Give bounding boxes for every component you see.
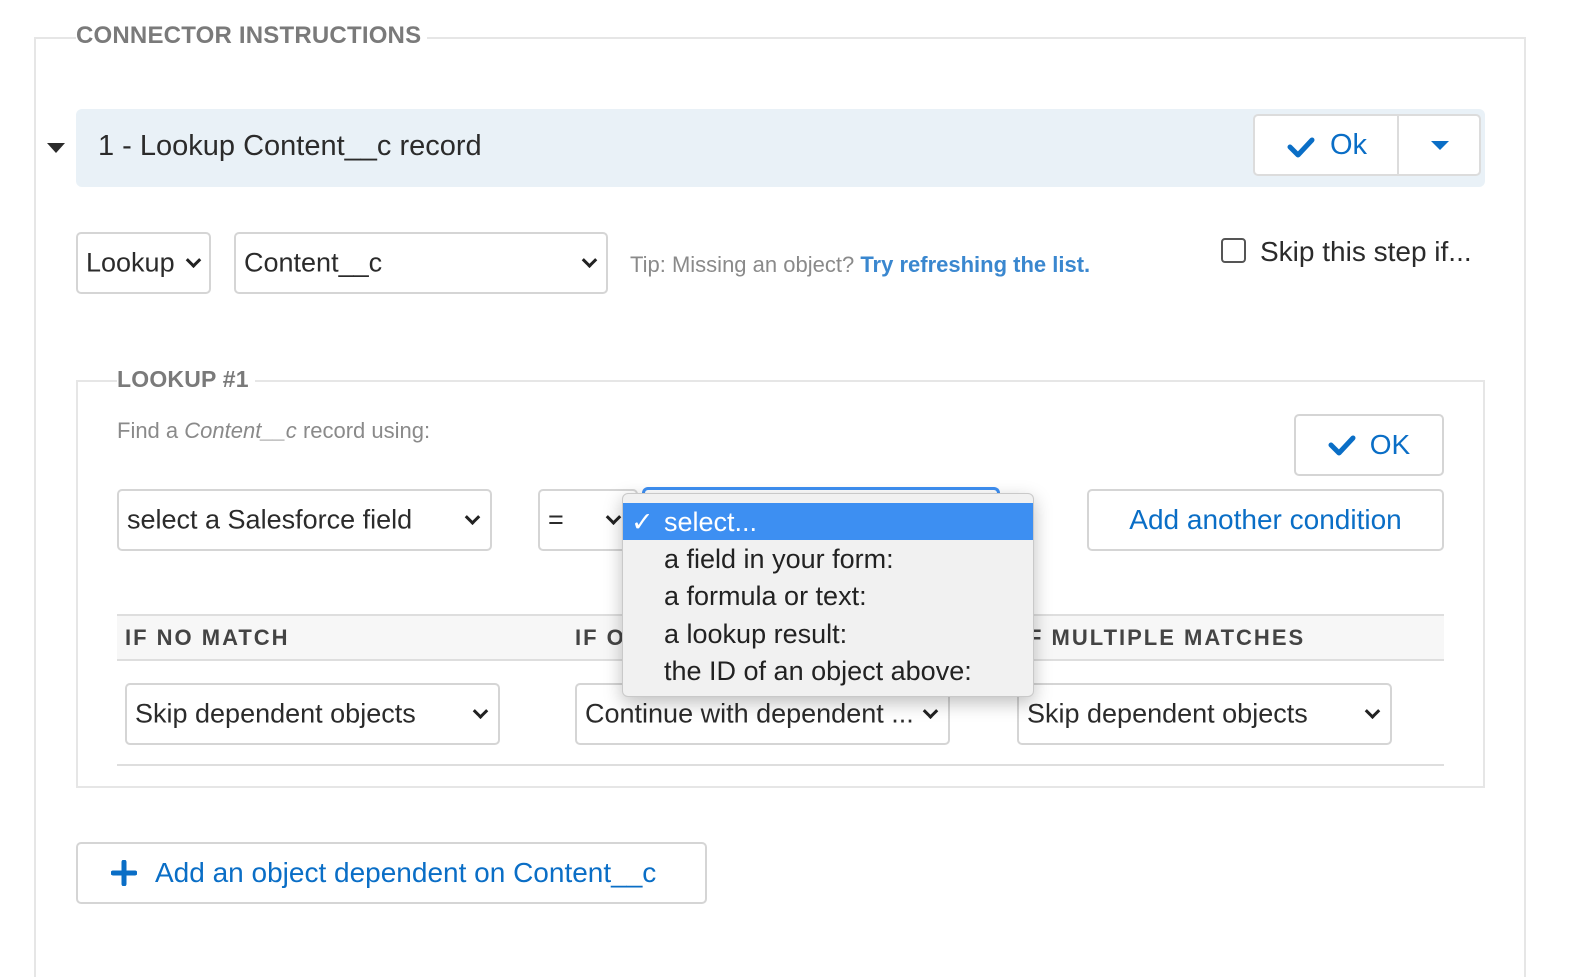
check-icon [1328,435,1356,456]
operator-value: = [548,504,564,535]
plus-icon [111,860,137,886]
option-lookup-result[interactable]: a lookup result: [623,615,1033,652]
lookup-ok-button[interactable]: OK [1294,414,1444,476]
option-label: a field in your form: [664,544,894,574]
salesforce-field-select[interactable]: select a Salesforce field [117,489,492,551]
find-record-text: Find a Content__c record using: [117,418,430,444]
option-label: the ID of an object above: [664,656,972,686]
one-match-value: Continue with dependent ... [585,698,914,729]
multiple-match-select[interactable]: Skip dependent objects [1017,683,1392,745]
salesforce-field-value: select a Salesforce field [127,504,413,535]
multiple-match-value: Skip dependent objects [1027,698,1308,729]
object-select[interactable]: Content__c [234,232,608,294]
option-label: a formula or text: [664,581,867,611]
find-prefix: Find a [117,418,179,443]
lookup-legend: LOOKUP #1 [117,366,255,393]
find-suffix: record using: [302,418,431,443]
step-options-dropdown-button[interactable] [1399,116,1479,174]
header-one-match: IF O [575,625,626,650]
step-ok-label: Ok [1330,129,1368,161]
no-match-value: Skip dependent objects [135,698,416,729]
header-multiple-matches: F MULTIPLE MATCHES [1028,625,1306,650]
option-label: a lookup result: [664,619,848,649]
checkmark-icon: ✓ [631,507,654,537]
section-title: CONNECTOR INSTRUCTIONS [76,22,428,50]
no-match-select[interactable]: Skip dependent objects [125,683,500,745]
option-object-id[interactable]: the ID of an object above: [623,652,1033,689]
caret-down-icon [1431,141,1449,150]
lookup-ok-label: OK [1369,429,1411,460]
skip-step-label[interactable]: Skip this step if... [1260,236,1472,268]
chevron-down-icon [472,703,489,720]
add-dependent-object-button[interactable]: Add an object dependent on Content__c [76,842,707,904]
tip-text: Tip: Missing an object? Try refreshing t… [630,252,1090,278]
chevron-down-icon [581,252,598,269]
value-source-dropdown: ✓ select... a field in your form: a form… [622,493,1034,697]
option-label: select... [664,507,758,537]
step-ok-split-button: Ok [1253,114,1481,176]
step-title: 1 - Lookup Content__c record [98,130,482,162]
option-formula-text[interactable]: a formula or text: [623,577,1033,614]
chevron-down-icon [922,703,939,720]
action-select-value: Lookup [86,247,175,278]
check-icon [1287,137,1315,158]
refresh-list-link[interactable]: Try refreshing the list. [860,252,1090,277]
add-condition-label: Add another condition [1129,504,1402,535]
skip-step-checkbox[interactable] [1221,238,1246,263]
chevron-down-icon [185,252,202,269]
chevron-down-icon [464,509,481,526]
step-ok-button[interactable]: Ok [1255,116,1397,174]
action-select[interactable]: Lookup [76,232,211,294]
collapse-caret-icon[interactable] [47,143,65,153]
add-condition-button[interactable]: Add another condition [1087,489,1444,551]
option-select[interactable]: ✓ select... [623,503,1033,540]
tip-prefix: Tip: Missing an object? [630,252,855,277]
table-divider [117,764,1444,766]
chevron-down-icon [605,509,622,526]
option-form-field[interactable]: a field in your form: [623,540,1033,577]
chevron-down-icon [1364,703,1381,720]
object-select-value: Content__c [244,247,383,278]
add-dependent-label: Add an object dependent on Content__c [155,857,657,888]
header-no-match: IF NO MATCH [125,625,290,650]
find-object: Content__c [184,418,297,443]
